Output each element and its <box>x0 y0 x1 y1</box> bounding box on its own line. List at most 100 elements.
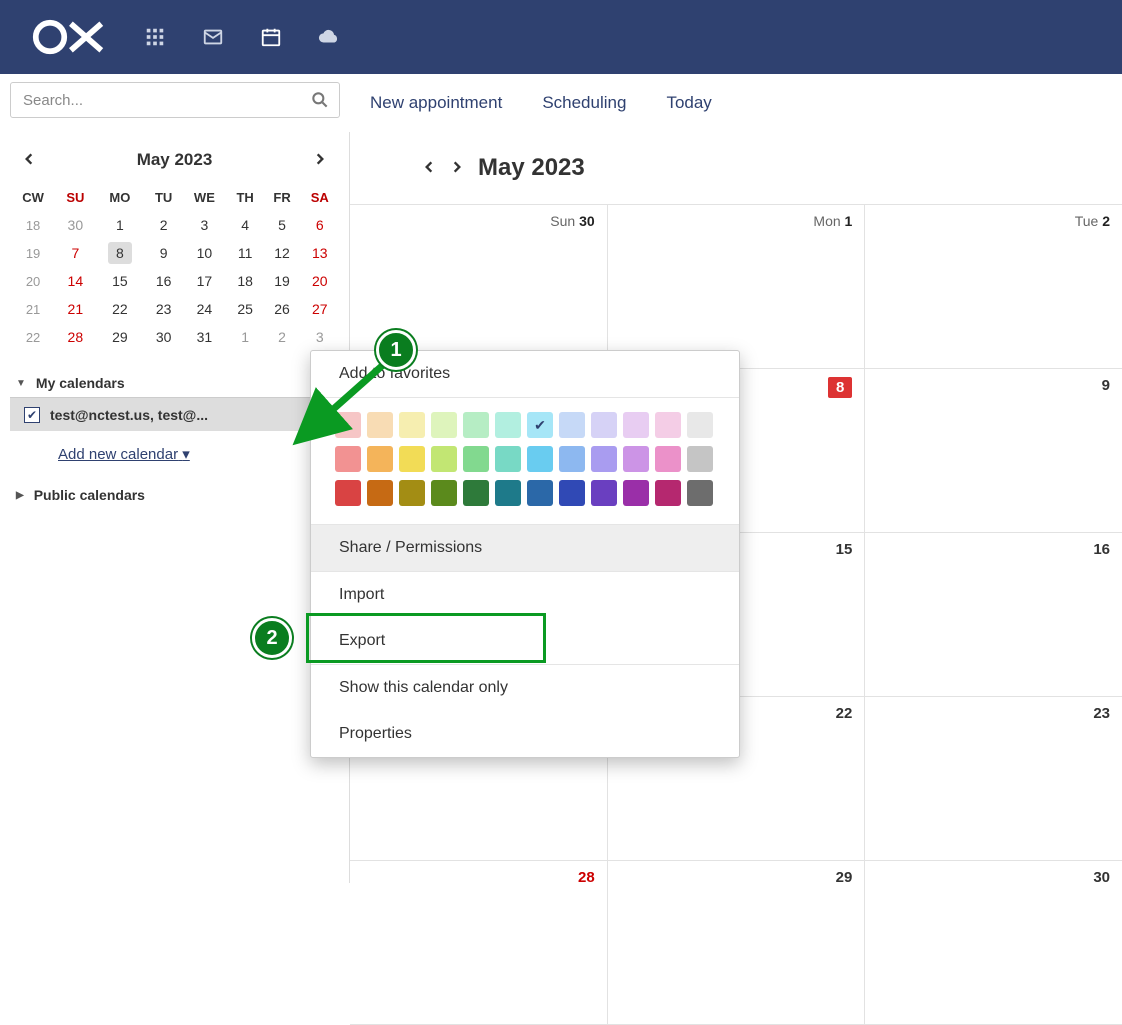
mini-day[interactable]: 1 <box>95 211 146 239</box>
mini-day[interactable]: 3 <box>301 323 339 351</box>
day-cell[interactable]: Mon 1 <box>608 205 866 368</box>
day-cell[interactable]: 9 <box>865 369 1122 532</box>
mini-day[interactable]: 3 <box>182 211 227 239</box>
public-calendars-header[interactable]: ▶ Public calendars <box>10 481 339 509</box>
mini-day[interactable]: 22 <box>95 295 146 323</box>
ctx-show-only[interactable]: Show this calendar only <box>311 665 739 711</box>
color-swatch[interactable] <box>399 412 425 438</box>
mini-day[interactable]: 10 <box>182 239 227 267</box>
apps-icon[interactable] <box>144 26 166 48</box>
color-swatch[interactable] <box>527 412 553 438</box>
ctx-properties[interactable]: Properties <box>311 711 739 757</box>
color-swatch[interactable] <box>399 480 425 506</box>
mini-day[interactable]: 14 <box>56 267 94 295</box>
color-swatch[interactable] <box>623 446 649 472</box>
color-swatch[interactable] <box>559 446 585 472</box>
color-swatch[interactable] <box>463 412 489 438</box>
mini-day[interactable]: 7 <box>56 239 94 267</box>
color-swatch[interactable] <box>463 446 489 472</box>
mini-day[interactable]: 9 <box>145 239 182 267</box>
color-swatch[interactable] <box>367 480 393 506</box>
cloud-icon[interactable] <box>318 26 340 48</box>
today-link[interactable]: Today <box>666 93 711 113</box>
color-swatch[interactable] <box>655 446 681 472</box>
color-swatch[interactable] <box>495 412 521 438</box>
color-swatch[interactable] <box>463 480 489 506</box>
new-appointment-link[interactable]: New appointment <box>370 93 502 113</box>
mini-day[interactable]: 21 <box>56 295 94 323</box>
mini-day[interactable]: 17 <box>182 267 227 295</box>
calendar-checkbox[interactable]: ✔ <box>24 407 40 423</box>
ctx-share-permissions[interactable]: Share / Permissions <box>311 525 739 571</box>
mini-day[interactable]: 18 <box>227 267 264 295</box>
day-cell[interactable]: 29 <box>608 861 866 1024</box>
day-cell[interactable]: 16 <box>865 533 1122 696</box>
mini-day[interactable]: 6 <box>301 211 339 239</box>
mini-day[interactable]: 13 <box>301 239 339 267</box>
day-cell[interactable]: 23 <box>865 697 1122 860</box>
color-swatch[interactable] <box>591 446 617 472</box>
search-box <box>10 82 340 118</box>
color-swatch[interactable] <box>687 480 713 506</box>
mini-day[interactable]: 28 <box>56 323 94 351</box>
search-input[interactable] <box>10 82 340 118</box>
ctx-import[interactable]: Import <box>311 572 739 618</box>
scheduling-link[interactable]: Scheduling <box>542 93 626 113</box>
color-swatch[interactable] <box>495 446 521 472</box>
mini-day[interactable]: 31 <box>182 323 227 351</box>
color-swatch[interactable] <box>655 480 681 506</box>
mini-day[interactable]: 2 <box>264 323 301 351</box>
color-swatch[interactable] <box>399 446 425 472</box>
mini-day[interactable]: 2 <box>145 211 182 239</box>
mini-week-number: 21 <box>10 295 56 323</box>
prev-period[interactable] <box>422 160 436 177</box>
color-swatch[interactable] <box>495 480 521 506</box>
mini-day[interactable]: 5 <box>264 211 301 239</box>
color-swatch[interactable] <box>591 480 617 506</box>
mini-day[interactable]: 30 <box>145 323 182 351</box>
color-swatch[interactable] <box>335 480 361 506</box>
mini-day[interactable]: 20 <box>301 267 339 295</box>
next-period[interactable] <box>450 160 464 177</box>
color-swatch[interactable] <box>687 412 713 438</box>
mini-day[interactable]: 16 <box>145 267 182 295</box>
color-swatch[interactable] <box>559 412 585 438</box>
color-swatch[interactable] <box>527 480 553 506</box>
mini-day[interactable]: 4 <box>227 211 264 239</box>
mini-next-month[interactable] <box>313 152 327 169</box>
color-swatch[interactable] <box>431 480 457 506</box>
color-swatch[interactable] <box>623 480 649 506</box>
mini-day[interactable]: 15 <box>95 267 146 295</box>
mini-day[interactable]: 23 <box>145 295 182 323</box>
mini-day[interactable]: 30 <box>56 211 94 239</box>
color-swatch[interactable] <box>559 480 585 506</box>
mini-day[interactable]: 27 <box>301 295 339 323</box>
mini-prev-month[interactable] <box>22 152 36 169</box>
color-swatch[interactable] <box>591 412 617 438</box>
color-swatch[interactable] <box>687 446 713 472</box>
search-icon[interactable] <box>310 90 330 113</box>
toolbar-row: New appointment Scheduling Today <box>0 74 1122 132</box>
color-swatch[interactable] <box>655 412 681 438</box>
color-swatch[interactable] <box>623 412 649 438</box>
day-cell[interactable]: Tue 2 <box>865 205 1122 368</box>
mini-day[interactable]: 24 <box>182 295 227 323</box>
mail-icon[interactable] <box>202 26 224 48</box>
color-swatch[interactable] <box>431 412 457 438</box>
mini-day[interactable]: 25 <box>227 295 264 323</box>
day-header-label: Mon 1 <box>813 213 852 229</box>
mini-day[interactable]: 11 <box>227 239 264 267</box>
mini-day[interactable]: 1 <box>227 323 264 351</box>
color-swatch[interactable] <box>527 446 553 472</box>
day-cell[interactable]: 28 <box>350 861 608 1024</box>
mini-day[interactable]: 26 <box>264 295 301 323</box>
add-new-calendar-link[interactable]: Add new calendar ▾ <box>58 446 190 463</box>
calendar-icon[interactable] <box>260 26 282 48</box>
ctx-export[interactable]: Export <box>311 618 739 664</box>
mini-day[interactable]: 29 <box>95 323 146 351</box>
mini-day[interactable]: 8 <box>95 239 146 267</box>
mini-day[interactable]: 12 <box>264 239 301 267</box>
day-cell[interactable]: 30 <box>865 861 1122 1024</box>
color-swatch[interactable] <box>431 446 457 472</box>
mini-day[interactable]: 19 <box>264 267 301 295</box>
